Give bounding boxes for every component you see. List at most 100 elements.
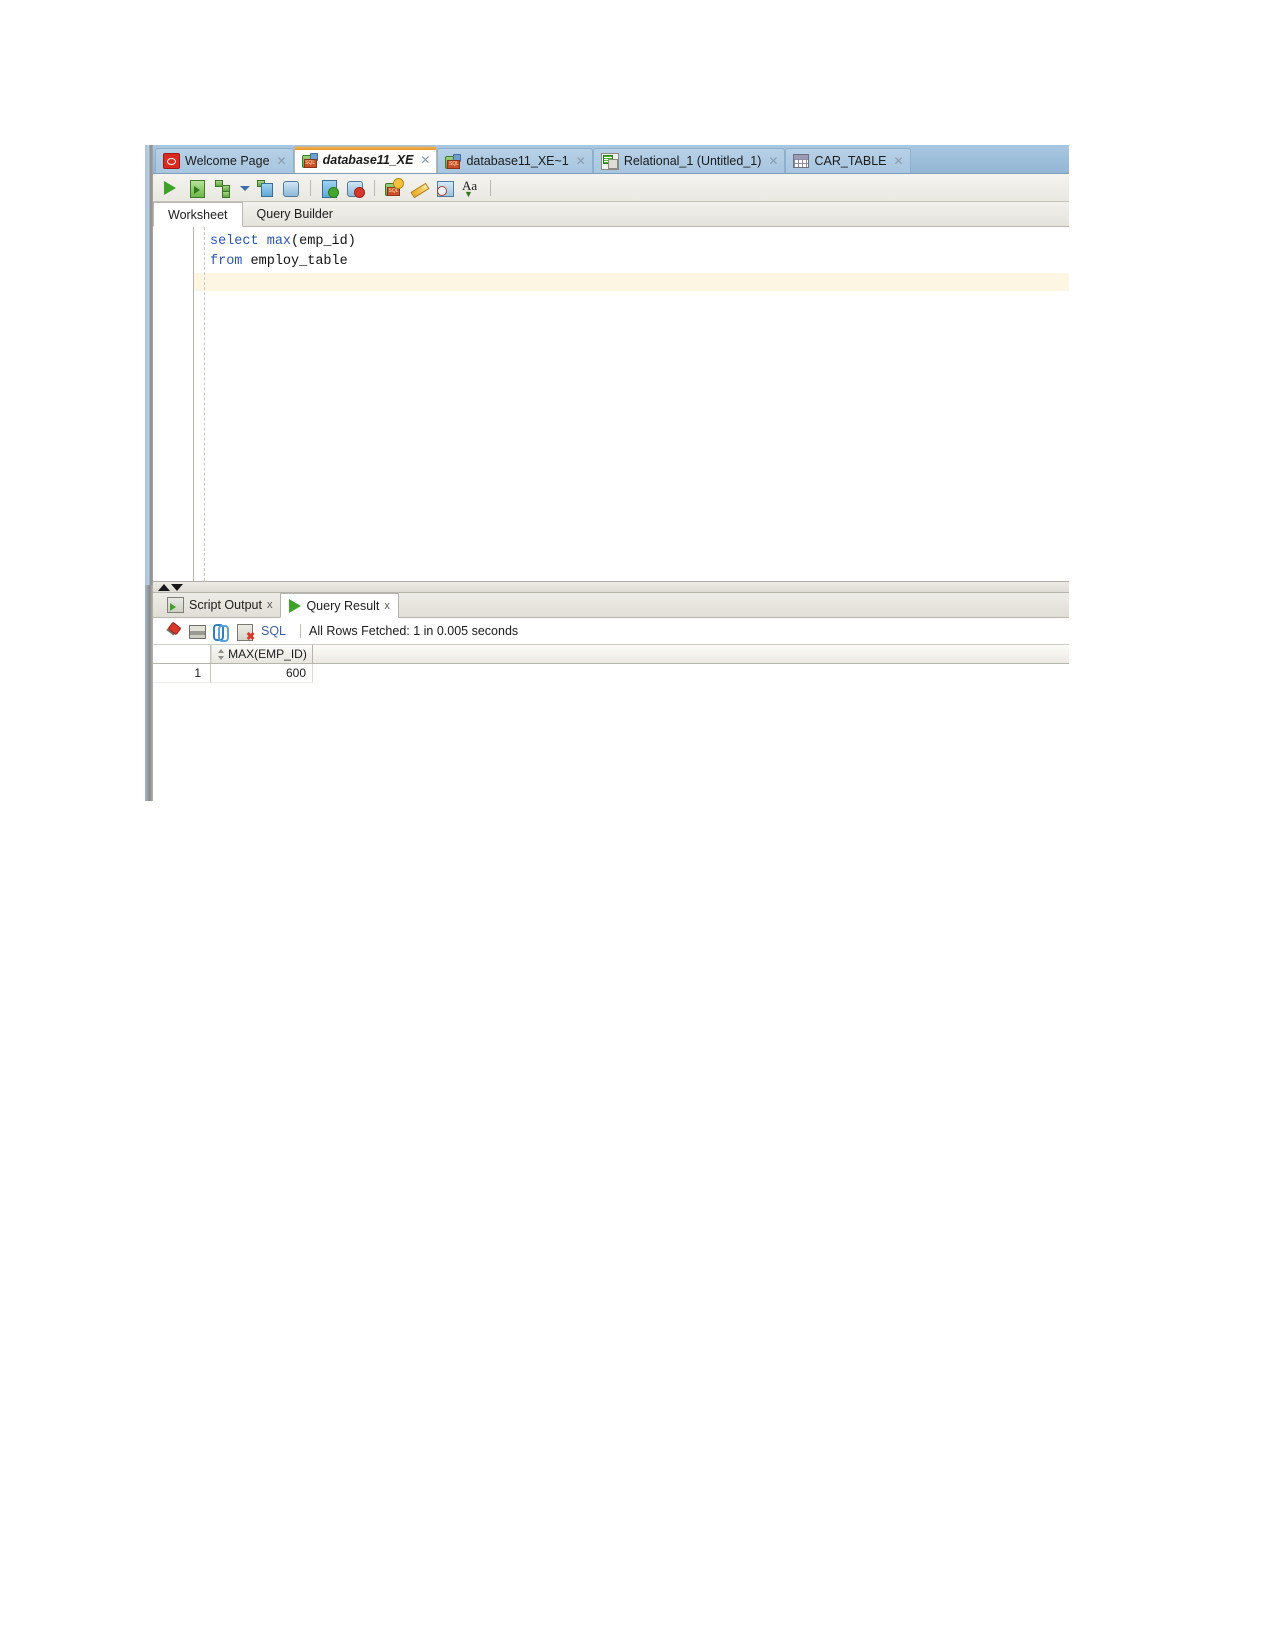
- tab-query-builder[interactable]: Query Builder: [243, 202, 347, 226]
- cell-max-emp-id[interactable]: 600: [211, 664, 313, 683]
- toolbar-separator: [490, 179, 491, 196]
- collapse-down-icon[interactable]: [171, 584, 183, 591]
- screenshot-root: Welcome Page ✕ SQL database11_XE ✕ SQL d…: [0, 0, 1275, 1651]
- clear-results-button[interactable]: ✖: [233, 620, 257, 643]
- sql-tuning-icon: [283, 180, 299, 197]
- pin-results-button[interactable]: [161, 620, 185, 642]
- current-line-highlight: [194, 273, 1069, 291]
- tab-label: Welcome Page: [185, 154, 270, 168]
- tab-car-table[interactable]: CAR_TABLE ✕: [785, 148, 911, 173]
- printer-icon: [189, 625, 206, 639]
- tab-label: Relational_1 (Untitled_1): [623, 154, 762, 168]
- database-connection-icon: SQL: [445, 153, 462, 169]
- sql-code-text: select max(emp_id) from employ_table: [210, 232, 1069, 272]
- close-icon[interactable]: ✕: [894, 155, 904, 167]
- autotrace-button[interactable]: [254, 177, 276, 199]
- tab-label: Query Result: [306, 598, 380, 613]
- oracle-logo-icon: [163, 153, 180, 169]
- rollback-button[interactable]: [344, 177, 366, 199]
- close-icon[interactable]: x: [267, 599, 273, 611]
- sql-keyword-select: select: [210, 234, 259, 249]
- cancel-badge-icon: [354, 186, 365, 198]
- column-header-max-emp-id[interactable]: MAX(EMP_ID): [211, 645, 313, 663]
- star-badge-icon: [393, 177, 404, 189]
- sql-label[interactable]: SQL: [261, 624, 286, 638]
- font-size-arrow-icon: ▼: [464, 188, 473, 199]
- sql-tuning-advisor-button[interactable]: [280, 177, 302, 199]
- chevron-down-icon[interactable]: [238, 177, 250, 199]
- close-icon[interactable]: ✕: [277, 155, 287, 167]
- result-toolbar: ✖ SQL All Rows Fetched: 1 in 0.005 secon…: [153, 618, 1069, 645]
- tab-welcome-page[interactable]: Welcome Page ✕: [155, 148, 294, 173]
- result-grid[interactable]: MAX(EMP_ID) 1 600: [153, 645, 1069, 801]
- tab-relational-1[interactable]: Relational_1 (Untitled_1) ✕: [592, 148, 786, 173]
- pin-icon: [166, 621, 182, 637]
- row-number: 1: [153, 664, 211, 683]
- left-dock-rail-lower: [145, 585, 153, 801]
- print-results-button[interactable]: [185, 620, 209, 642]
- result-toolbar-separator: [300, 624, 302, 638]
- green-play-icon: [289, 598, 302, 613]
- tab-label: Query Builder: [256, 207, 333, 221]
- explain-plan-icon: [215, 179, 230, 198]
- grid-empty-area: [153, 683, 1069, 801]
- sql-keyword-from: from: [210, 254, 243, 269]
- sql-history-icon: [437, 180, 454, 197]
- editor-gutter: [153, 227, 194, 581]
- table-grid-icon: [793, 154, 810, 168]
- toolbar-separator: [374, 179, 375, 196]
- tab-label: database11_XE~1: [466, 154, 569, 168]
- explain-plan-button[interactable]: [212, 177, 234, 199]
- tab-database11-xe-1[interactable]: SQL database11_XE~1 ✕: [437, 148, 593, 173]
- close-icon[interactable]: x: [384, 600, 390, 612]
- sql-developer-window: Welcome Page ✕ SQL database11_XE ✕ SQL d…: [145, 145, 1069, 801]
- tab-database11-xe[interactable]: SQL database11_XE ✕: [293, 146, 438, 173]
- tab-label: database11_XE: [322, 153, 414, 167]
- relational-model-icon: [600, 152, 619, 170]
- tab-label: Worksheet: [168, 207, 228, 222]
- toolbar-separator: [310, 179, 311, 196]
- tab-worksheet[interactable]: Worksheet: [153, 202, 243, 227]
- close-icon[interactable]: ✕: [420, 154, 430, 166]
- editor-tab-bar: Welcome Page ✕ SQL database11_XE ✕ SQL d…: [153, 145, 1069, 174]
- clear-button[interactable]: [408, 177, 430, 199]
- sql-line1-rest: (emp_id): [291, 234, 356, 249]
- database-connection-icon: SQL: [301, 152, 318, 168]
- autotrace-sheet-icon: [261, 182, 273, 197]
- format-button[interactable]: Aa ▼: [460, 177, 482, 199]
- fetch-status-text: All Rows Fetched: 1 in 0.005 seconds: [309, 624, 519, 638]
- close-icon[interactable]: ✕: [576, 155, 586, 167]
- unshared-sql-worksheet-button[interactable]: SQL: [382, 177, 404, 199]
- sort-indicator-icon[interactable]: [217, 648, 225, 660]
- refresh-icon: [213, 624, 229, 642]
- script-output-icon: [167, 597, 184, 613]
- close-icon[interactable]: ✕: [768, 155, 778, 167]
- clear-results-icon: ✖: [237, 624, 255, 643]
- column-header-label: MAX(EMP_ID): [228, 647, 307, 661]
- sql-line2-rest: employ_table: [250, 254, 348, 269]
- tab-label: CAR_TABLE: [814, 154, 887, 168]
- run-statement-button[interactable]: [160, 177, 182, 199]
- table-row[interactable]: 1 600: [153, 664, 1069, 683]
- sql-function-max: max: [266, 234, 292, 249]
- eraser-icon: [410, 182, 430, 198]
- sql-editor[interactable]: select max(emp_id) from employ_table: [153, 227, 1069, 582]
- tab-query-result[interactable]: Query Result x: [280, 593, 399, 618]
- worksheet-subtab-bar: Worksheet Query Builder: [153, 202, 1069, 227]
- check-badge-icon: [328, 186, 339, 198]
- refresh-results-button[interactable]: [209, 620, 233, 642]
- grid-corner-cell: [153, 645, 211, 663]
- code-fold-guide: [204, 227, 205, 581]
- output-tab-bar: Script Output x Query Result x: [153, 593, 1069, 618]
- worksheet-toolbar: SQL Aa ▼: [153, 174, 1069, 202]
- result-grid-header: MAX(EMP_ID): [153, 645, 1069, 664]
- tab-script-output[interactable]: Script Output x: [159, 593, 280, 617]
- panel-splitter[interactable]: [153, 582, 1069, 593]
- run-script-button[interactable]: [186, 177, 208, 199]
- green-play-icon: [164, 180, 176, 195]
- run-script-icon: [190, 179, 205, 198]
- collapse-up-icon[interactable]: [158, 584, 170, 591]
- tab-label: Script Output: [189, 598, 262, 612]
- sql-history-button[interactable]: [434, 177, 456, 199]
- commit-button[interactable]: [318, 177, 340, 199]
